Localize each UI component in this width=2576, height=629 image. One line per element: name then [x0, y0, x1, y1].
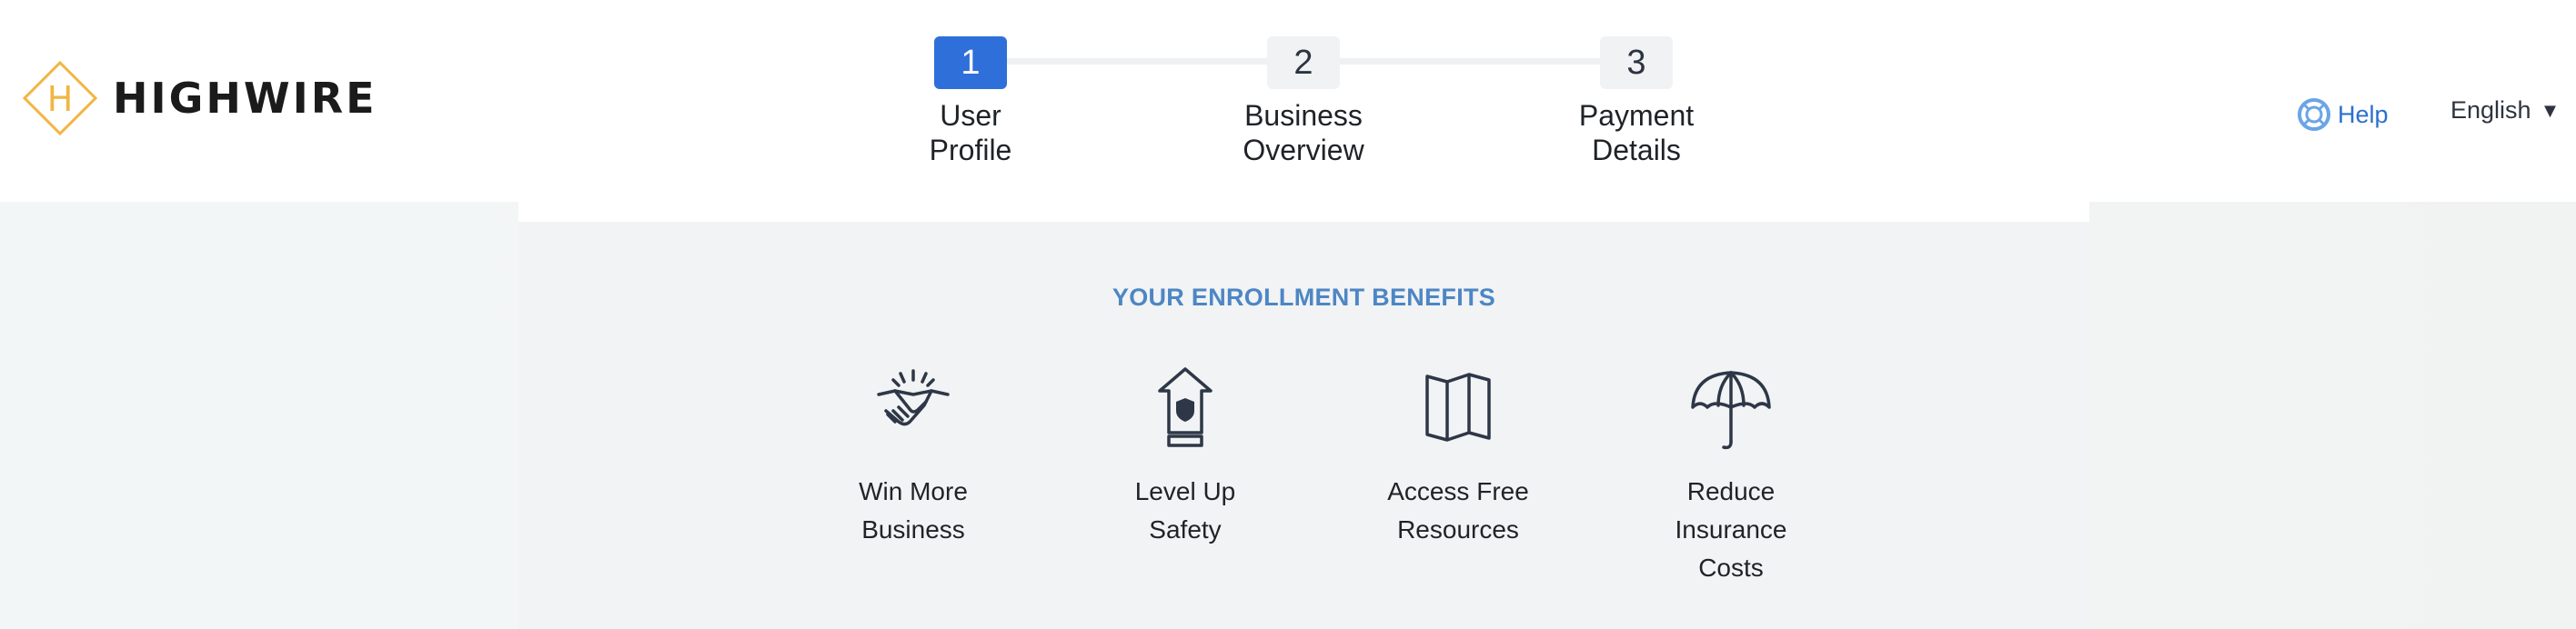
step-number: 1	[934, 36, 1007, 89]
benefits-card	[518, 202, 2089, 629]
step-business-overview[interactable]: 2 Business Overview	[1185, 36, 1422, 167]
step-number: 3	[1600, 36, 1673, 89]
benefits-title: YOUR ENROLLMENT BENEFITS	[1112, 284, 1496, 311]
logo-diamond-icon: H	[22, 60, 98, 136]
benefit-reduce-insurance-costs: Reduce Insurance Costs	[1631, 364, 1831, 587]
benefit-label: Level Up Safety	[1134, 477, 1236, 544]
help-link[interactable]: Help	[2296, 96, 2389, 133]
step-payment-details[interactable]: 3 Payment Details	[1518, 36, 1755, 167]
benefit-label: Access Free Resources	[1387, 477, 1529, 544]
benefit-level-up-safety: Level Up Safety	[1085, 364, 1285, 549]
benefit-win-more-business: Win More Business	[813, 364, 1013, 549]
benefit-access-free-resources: Access Free Resources	[1358, 364, 1558, 549]
brand-name: HIGHWIRE	[113, 74, 377, 123]
brand-logo[interactable]: H HIGHWIRE	[22, 60, 377, 136]
handshake-icon	[877, 369, 950, 426]
map-icon	[1425, 373, 1491, 442]
benefits-card-top	[518, 202, 2089, 222]
lifebuoy-icon	[2298, 98, 2330, 131]
step-label: Payment Details	[1578, 99, 1695, 166]
help-label: Help	[2338, 100, 2389, 128]
step-number: 2	[1267, 36, 1340, 89]
benefit-label: Win More Business	[859, 477, 968, 544]
step-label: User Profile	[929, 99, 1012, 166]
step-label: Business Overview	[1243, 99, 1364, 166]
step-user-profile[interactable]: 1 User Profile	[852, 36, 1089, 167]
benefit-label: Reduce Insurance Costs	[1675, 477, 1787, 582]
svg-text:H: H	[47, 79, 74, 119]
caret-down-icon: ▼	[2540, 98, 2561, 122]
language-value: English	[2450, 96, 2531, 124]
shield-arrow-icon	[1158, 367, 1213, 447]
umbrella-icon	[1691, 371, 1771, 450]
language-selector[interactable]: English ▼	[2450, 96, 2560, 125]
